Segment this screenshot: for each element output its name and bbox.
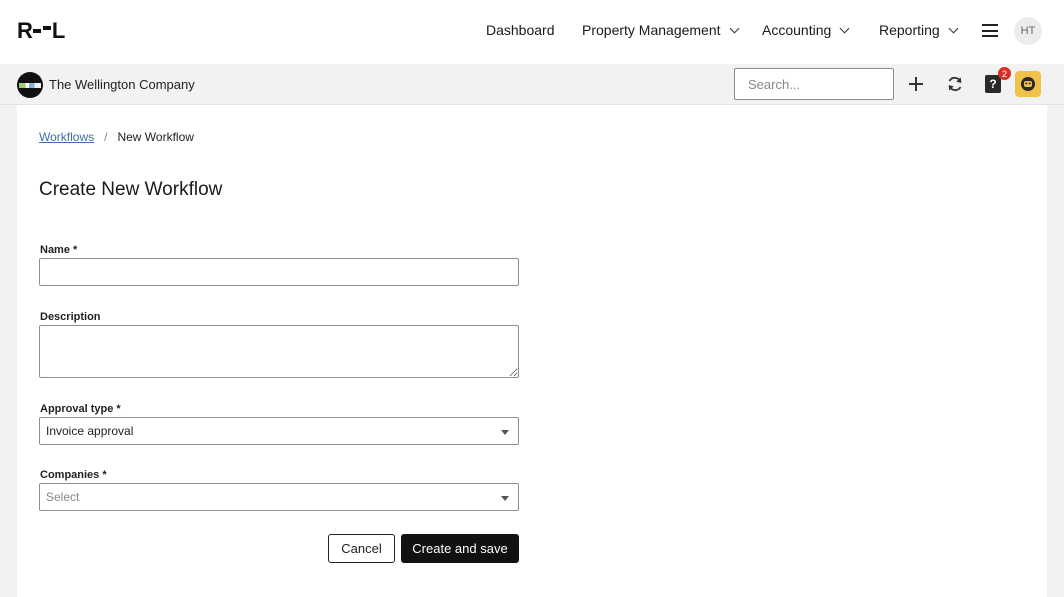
refresh-icon[interactable] <box>946 75 964 93</box>
dropdown-caret-icon <box>501 496 509 501</box>
company-name[interactable]: The Wellington Company <box>49 77 195 92</box>
nav-accounting[interactable]: Accounting <box>762 22 850 38</box>
chevron-down-icon <box>948 23 959 33</box>
main-content: Workflows / New Workflow Create New Work… <box>17 105 1047 597</box>
page-title: Create New Workflow <box>39 179 223 200</box>
companies-placeholder: Select <box>46 490 80 504</box>
nav-label: Accounting <box>762 22 832 38</box>
breadcrumb-current: New Workflow <box>117 130 194 144</box>
assistant-icon[interactable] <box>1015 71 1041 97</box>
top-navigation: RL Dashboard Property Management Account… <box>0 0 1064 64</box>
menu-icon[interactable] <box>982 24 998 37</box>
chevron-down-icon <box>729 23 739 33</box>
chevron-down-icon <box>839 23 850 33</box>
approval-type-select[interactable]: Invoice approval <box>39 417 519 445</box>
nav-label: Dashboard <box>486 22 555 38</box>
user-avatar[interactable]: HT <box>1014 17 1042 45</box>
dropdown-caret-icon <box>501 430 509 435</box>
approval-type-label: Approval type * <box>40 403 121 415</box>
cancel-button[interactable]: Cancel <box>328 534 395 563</box>
search-input[interactable] <box>734 68 894 100</box>
name-field[interactable] <box>39 258 519 286</box>
nav-dashboard[interactable]: Dashboard <box>486 22 555 38</box>
nav-property-management[interactable]: Property Management <box>582 22 739 38</box>
notification-badge: 2 <box>998 67 1011 80</box>
nav-label: Property Management <box>582 22 721 38</box>
breadcrumb: Workflows / New Workflow <box>39 130 194 144</box>
description-field[interactable] <box>39 325 519 378</box>
name-label: Name * <box>40 244 78 256</box>
nav-label: Reporting <box>879 22 940 38</box>
companies-select[interactable]: Select <box>39 483 519 511</box>
approval-type-value: Invoice approval <box>46 424 134 438</box>
company-bar: The Wellington Company ? 2 <box>0 64 1064 105</box>
description-label: Description <box>40 311 101 323</box>
companies-label: Companies * <box>40 469 107 481</box>
breadcrumb-separator: / <box>104 130 108 144</box>
plus-icon[interactable] <box>908 76 924 92</box>
company-logo <box>17 72 43 98</box>
app-logo[interactable]: RL <box>17 20 65 42</box>
breadcrumb-link-workflows[interactable]: Workflows <box>39 130 94 144</box>
nav-reporting[interactable]: Reporting <box>879 22 959 38</box>
create-and-save-button[interactable]: Create and save <box>401 534 519 563</box>
